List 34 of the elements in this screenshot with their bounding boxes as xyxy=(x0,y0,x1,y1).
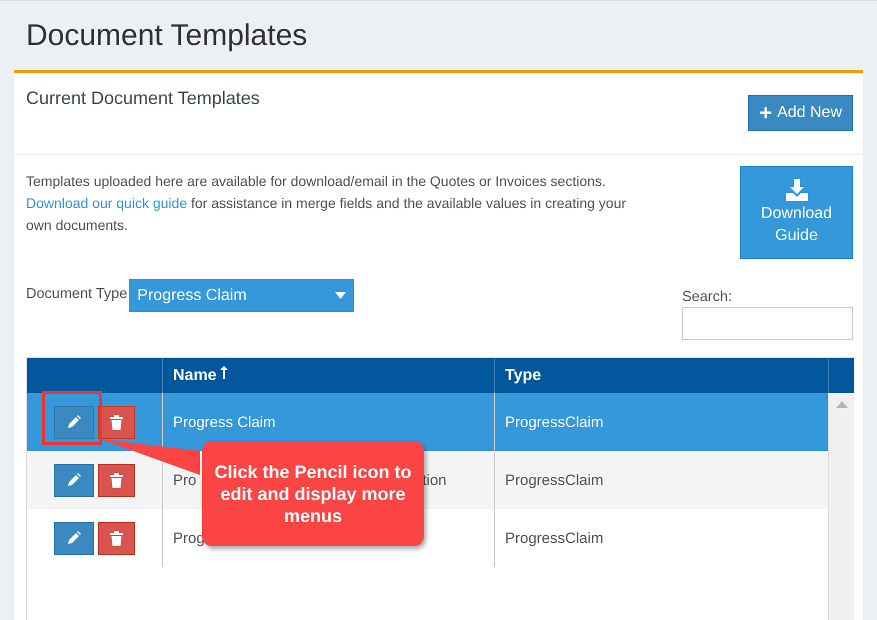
add-new-button[interactable]: + Add New xyxy=(748,95,853,131)
edit-button[interactable] xyxy=(54,464,94,496)
search-label: Search: xyxy=(682,289,733,305)
document-type-select[interactable]: Progress Claim xyxy=(129,279,354,312)
trash-icon xyxy=(110,530,123,546)
edit-button[interactable] xyxy=(54,406,94,438)
type-cell: ProgressClaim xyxy=(494,393,828,451)
document-type-label: Document Type xyxy=(26,286,128,302)
trash-icon xyxy=(110,414,123,430)
edit-button[interactable] xyxy=(54,522,94,554)
delete-button[interactable] xyxy=(98,464,135,496)
table-row[interactable] xyxy=(27,393,162,451)
name-text: Prog xyxy=(173,530,205,546)
delete-button[interactable] xyxy=(98,406,135,438)
type-cell: ProgressClaim xyxy=(494,451,828,509)
quick-guide-link[interactable]: Download our quick guide xyxy=(26,195,188,211)
page-title: Document Templates xyxy=(25,18,308,54)
download-guide-button[interactable]: Download Guide xyxy=(740,166,853,259)
name-text: Progress Claim xyxy=(173,414,276,430)
pencil-icon xyxy=(67,415,81,429)
intro-text: Templates uploaded here are available for download/email in the Quotes or Invoices sections. Download our quick guide for assistance in merge fields and the available values in creating your own documents. xyxy=(26,172,628,235)
header-cell xyxy=(828,358,854,393)
trash-icon xyxy=(110,472,123,488)
pencil-icon xyxy=(67,473,81,487)
download-icon xyxy=(786,178,808,200)
column-header[interactable]: Type xyxy=(494,358,828,393)
caret-icon xyxy=(335,292,346,299)
search-field[interactable] xyxy=(682,307,853,340)
panel-title: Current Document Templates xyxy=(26,88,260,110)
table-row[interactable] xyxy=(27,451,162,509)
delete-button[interactable] xyxy=(98,522,135,554)
pencil-icon xyxy=(67,531,81,545)
name-text: Pro xyxy=(173,472,196,488)
column-header[interactable]: Name xyxy=(162,358,494,393)
